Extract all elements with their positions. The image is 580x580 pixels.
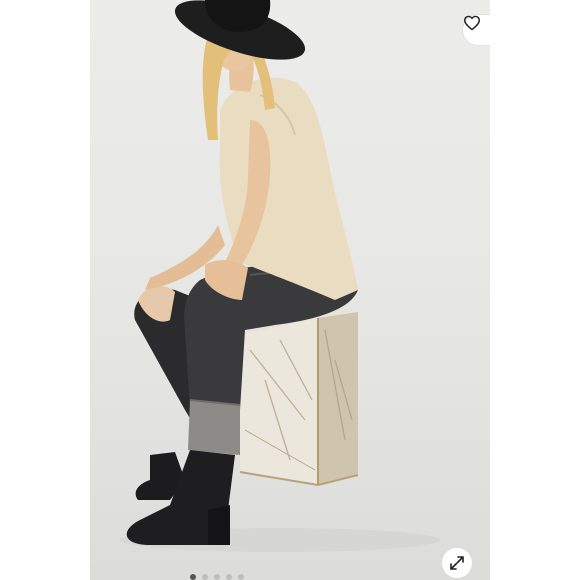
carousel-dot[interactable] (202, 574, 208, 580)
expand-button[interactable] (442, 548, 472, 578)
like-button[interactable]: 18864 (463, 15, 490, 45)
carousel-dot[interactable] (214, 574, 220, 580)
product-photo[interactable]: 18864 (90, 0, 490, 580)
expand-arrows-icon (450, 556, 464, 570)
carousel-dot[interactable] (226, 574, 232, 580)
heart-outline-icon (463, 15, 480, 31)
model-illustration (120, 0, 440, 552)
image-viewer: 18864 (0, 0, 580, 580)
carousel-dot[interactable] (238, 574, 244, 580)
wooden-stool (239, 305, 359, 487)
carousel-indicator (190, 574, 244, 580)
carousel-dot[interactable] (190, 574, 196, 580)
